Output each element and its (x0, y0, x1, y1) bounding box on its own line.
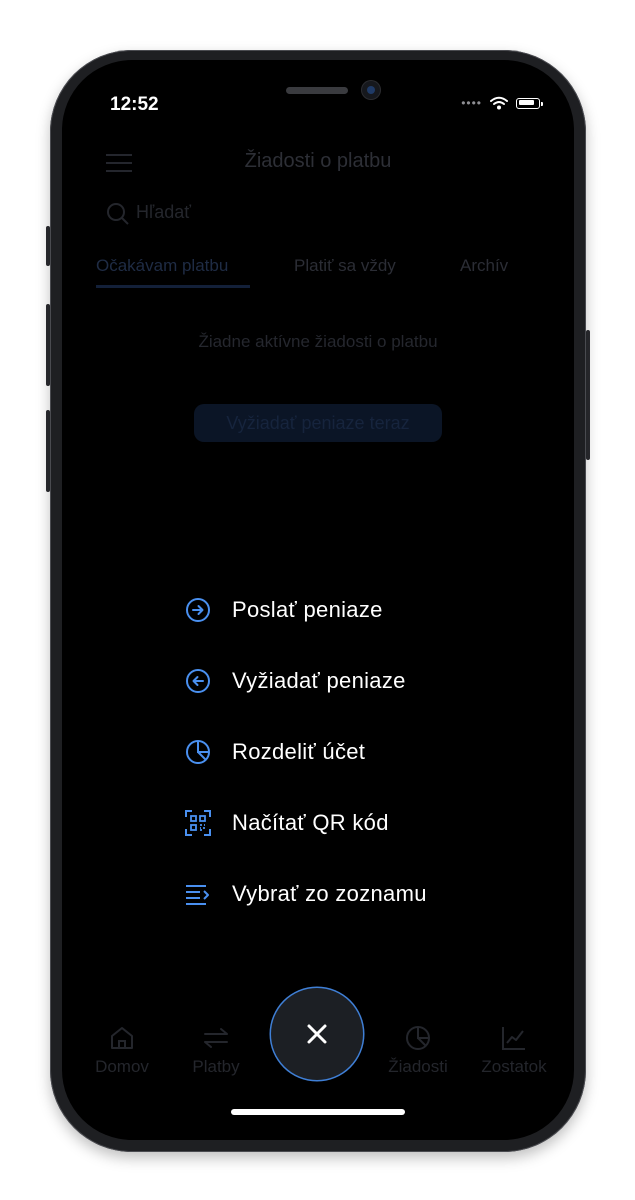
chart-line-icon (502, 1027, 525, 1050)
wifi-icon (490, 96, 508, 110)
tab-to-pay[interactable]: Platiť sa vždy (294, 256, 396, 276)
active-tab-indicator (96, 285, 250, 288)
menu-item-request-money[interactable]: Vyžiadať peniaze (182, 661, 406, 701)
menu-item-select-from-list[interactable]: Vybrať zo zoznamu (182, 874, 427, 914)
list-select-icon (182, 878, 214, 910)
tab-archive[interactable]: Archív (460, 256, 508, 276)
pie-chart-icon (182, 736, 214, 768)
tab-awaiting-payment[interactable]: Očakávam platbu (96, 256, 228, 276)
arrow-left-circle-icon (182, 665, 214, 697)
search-icon (107, 203, 129, 225)
nav-item-payments[interactable]: Platby (166, 1023, 266, 1077)
pie-chart-icon (406, 1026, 430, 1050)
transfer-icon (204, 1028, 228, 1048)
home-indicator[interactable] (231, 1109, 405, 1115)
nav-label: Žiadosti (388, 1057, 448, 1076)
speaker-grille (286, 87, 348, 94)
arrow-right-circle-icon (182, 594, 214, 626)
menu-item-send-money[interactable]: Poslať peniaze (182, 590, 383, 630)
menu-item-label: Načítať QR kód (232, 810, 389, 835)
qr-code-icon (182, 807, 214, 839)
home-icon (111, 1027, 133, 1049)
battery-icon (516, 97, 543, 109)
search-input[interactable]: Hľadať (136, 202, 191, 223)
page-title: Žiadosti o platbu (244, 150, 392, 172)
nav-label: Zostatok (481, 1057, 547, 1076)
status-time: 12:52 (110, 94, 159, 115)
request-money-now-button[interactable]: Vyžiadať peniaze teraz (194, 404, 442, 442)
signal-icon: •••• (461, 96, 482, 110)
menu-item-label: Vyžiadať peniaze (232, 668, 406, 693)
nav-label: Platby (192, 1057, 240, 1076)
menu-item-split-bill[interactable]: Rozdeliť účet (182, 732, 365, 772)
menu-item-label: Vybrať zo zoznamu (232, 881, 427, 906)
nav-item-requests[interactable]: Žiadosti (368, 1023, 468, 1077)
close-icon (307, 1024, 327, 1044)
nav-item-home[interactable]: Domov (72, 1023, 172, 1077)
front-camera (362, 81, 380, 99)
nav-item-balance[interactable]: Zostatok (464, 1023, 564, 1077)
menu-item-label: Rozdeliť účet (232, 739, 366, 764)
menu-item-scan-qr[interactable]: Načítať QR kód (182, 803, 389, 843)
empty-state-text: Žiadne aktívne žiadosti o platbu (198, 332, 438, 351)
side-button-power (586, 330, 590, 460)
phone-screen: 12:52 •••• Žiadosti o platbu Hľadať Očak… (62, 60, 574, 1140)
nav-label: Domov (95, 1057, 149, 1076)
menu-item-label: Poslať peniaze (232, 597, 383, 622)
status-indicators: •••• (461, 96, 543, 110)
close-menu-button[interactable] (271, 988, 363, 1080)
